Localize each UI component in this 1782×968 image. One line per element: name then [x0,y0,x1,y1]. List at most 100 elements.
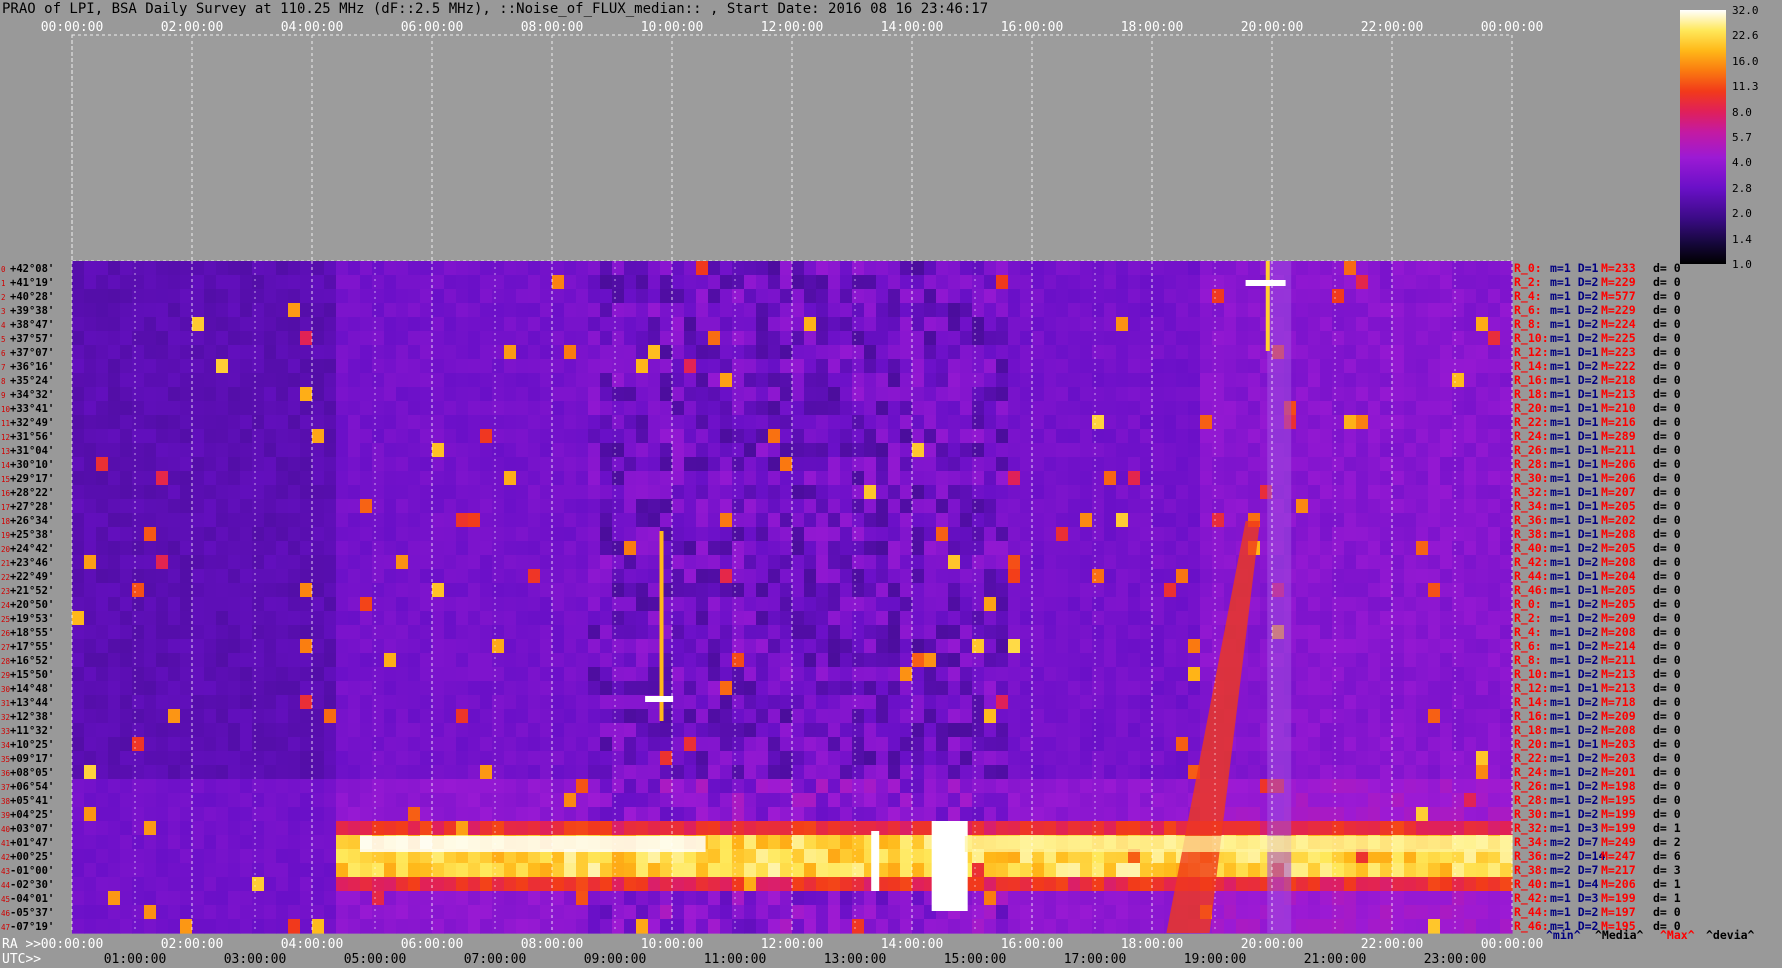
heat-cell [1080,653,1093,668]
heat-cell [816,807,829,822]
heat-cell [288,499,301,514]
heat-cell [72,625,85,640]
heat-cell [1056,401,1069,416]
heat-cell [684,555,697,570]
heat-cell [1368,583,1381,598]
heat-cell [84,359,97,374]
heat-cell [972,345,985,360]
heat-cell [72,471,85,486]
heat-cell [312,779,325,794]
heat-cell [1308,765,1321,780]
heat-cell [180,373,193,388]
heat-cell [1476,261,1489,276]
heat-cell [492,765,505,780]
heat-cell [336,653,349,668]
heat-cell [1380,499,1393,514]
heat-cell [948,373,961,388]
heat-cell [432,289,445,304]
heat-cell [1188,499,1201,514]
heat-cell [1488,387,1501,402]
heat-cell [156,751,169,766]
heat-cell [288,625,301,640]
heat-cell [1212,415,1225,430]
heat-cell [396,373,409,388]
heat-cell [480,331,493,346]
heat-cell [1020,779,1033,794]
heat-cell [684,331,697,346]
heat-cell [228,513,241,528]
heat-cell [540,597,553,612]
heat-cell [792,555,805,570]
heat-cell [348,527,361,542]
heat-cell [576,541,589,556]
heat-cell [1416,569,1429,584]
heat-cell [1056,583,1069,598]
heat-cell [1476,793,1489,808]
heat-cell [1044,793,1057,808]
heat-cell [1476,345,1489,360]
heat-cell [804,835,817,850]
heat-cell [636,751,649,766]
heat-cell [252,765,265,780]
heat-cell [1224,527,1237,542]
heat-cell [252,653,265,668]
heat-cell [1200,275,1213,290]
heat-cell [192,275,205,290]
heat-cell [684,793,697,808]
heat-cell [972,443,985,458]
heat-cell [708,415,721,430]
heat-cell [756,723,769,738]
heat-cell [732,695,745,710]
heat-cell [372,485,385,500]
heat-cell [768,275,781,290]
heat-cell [984,429,997,444]
heat-cell [1152,275,1165,290]
heat-cell [1368,415,1381,430]
heat-cell [372,331,385,346]
heat-cell [192,261,205,276]
heat-cell [1032,667,1045,682]
heat-cell [756,779,769,794]
heat-cell [1152,639,1165,654]
heat-cell [936,583,949,598]
heat-cell [1488,583,1501,598]
heat-cell [552,625,565,640]
heat-cell [732,373,745,388]
heat-cell [216,597,229,612]
heat-cell [1248,415,1261,430]
heat-cell [72,779,85,794]
heat-cell [408,485,421,500]
heat-cell [936,807,949,822]
heat-cell [1080,289,1093,304]
heat-cell [648,457,661,472]
heat-cell [636,611,649,626]
heat-cell [1332,709,1345,724]
heat-cell [948,737,961,752]
heat-cell [168,835,181,850]
heat-cell [732,625,745,640]
heat-cell [216,359,229,374]
heat-cell [660,261,673,276]
heat-cell [1344,429,1357,444]
heat-cell [300,723,313,738]
heat-cell [768,429,781,444]
heat-cell [1428,821,1441,836]
heat-cell [372,387,385,402]
heat-cell [972,625,985,640]
heat-cell [1140,415,1153,430]
heat-cell [720,359,733,374]
heat-cell [1008,821,1021,836]
heat-cell [1164,373,1177,388]
heat-cell [396,765,409,780]
heat-cell [984,709,997,724]
heat-cell [1320,317,1333,332]
heat-cell [1008,723,1021,738]
heat-cell [1140,261,1153,276]
heat-cell [300,667,313,682]
heat-cell [960,555,973,570]
heat-cell [180,541,193,556]
heat-cell [336,835,349,850]
heat-cell [1092,401,1105,416]
heat-cell [744,373,757,388]
heat-cell [180,471,193,486]
